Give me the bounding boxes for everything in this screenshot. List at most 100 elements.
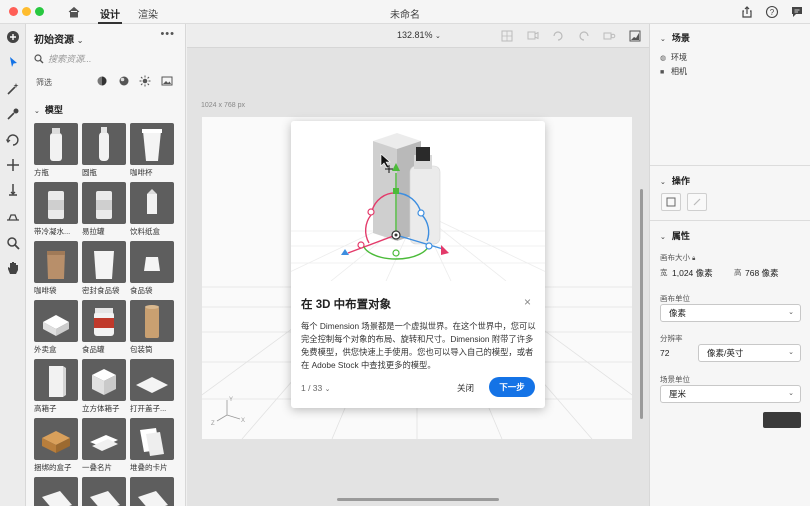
magic-wand-icon[interactable] bbox=[5, 81, 21, 97]
svg-text:X: X bbox=[241, 418, 245, 424]
models-section-header[interactable]: ⌄ 模型 bbox=[34, 103, 63, 116]
asset-item[interactable]: 包装筒 bbox=[130, 300, 174, 355]
width-value[interactable]: 1,024 像素 bbox=[672, 267, 713, 279]
asset-label: 高箱子 bbox=[34, 404, 57, 413]
resolution-label: 分辨率 bbox=[660, 334, 683, 343]
asset-thumbnail bbox=[82, 359, 126, 401]
dolly-icon[interactable] bbox=[5, 182, 21, 198]
asset-thumbnail bbox=[130, 182, 174, 224]
asset-item[interactable]: 堆叠的卡片 bbox=[130, 418, 174, 473]
redo-view-icon[interactable] bbox=[577, 29, 591, 43]
chevron-down-icon: ⌄ bbox=[788, 309, 794, 316]
asset-thumbnail bbox=[130, 477, 174, 506]
asset-item[interactable]: 食品袋 bbox=[130, 241, 174, 296]
undo-view-icon[interactable] bbox=[551, 29, 565, 43]
canvas-horizontal-scrollbar[interactable] bbox=[337, 498, 499, 501]
dialog-close-icon[interactable]: × bbox=[524, 295, 531, 309]
magic-action-button[interactable] bbox=[687, 193, 707, 211]
asset-label: 包装筒 bbox=[130, 345, 153, 354]
tab-design[interactable]: 设计 bbox=[98, 6, 122, 24]
canvas-unit-select[interactable]: 像素 ⌄ bbox=[660, 304, 801, 322]
minimize-window-button[interactable] bbox=[22, 7, 31, 16]
next-button[interactable]: 下一步 bbox=[489, 377, 535, 397]
dialog-illustration bbox=[291, 121, 545, 281]
horizon-icon[interactable] bbox=[5, 208, 21, 224]
frame-icon[interactable] bbox=[500, 29, 514, 43]
search-icon bbox=[34, 54, 44, 64]
asset-item[interactable]: 一叠名片 bbox=[82, 418, 126, 473]
asset-item[interactable]: 外卖盒 bbox=[34, 300, 78, 355]
panel-action-button[interactable] bbox=[763, 412, 801, 428]
maximize-window-button[interactable] bbox=[35, 7, 44, 16]
asset-thumbnail bbox=[34, 300, 78, 342]
asset-item[interactable]: 打开盖子... bbox=[130, 359, 174, 414]
hand-icon[interactable] bbox=[5, 260, 21, 276]
asset-item[interactable]: 捆绑的盒子 bbox=[34, 418, 78, 473]
asset-item[interactable]: 高箱子 bbox=[34, 359, 78, 414]
camera-bookmark-icon[interactable] bbox=[526, 29, 540, 43]
asset-label: 捆绑的盒子 bbox=[34, 463, 72, 472]
scene-item-camera[interactable]: ■ 相机 bbox=[660, 66, 687, 77]
asset-item[interactable]: 饮料纸盒 bbox=[130, 182, 174, 237]
dialog-body: 每个 Dimension 场景都是一个虚拟世界。在这个世界中，您可以完全控制每个… bbox=[301, 321, 536, 370]
asset-item[interactable]: 方瓶 bbox=[34, 123, 78, 178]
histogram-icon[interactable] bbox=[628, 29, 642, 43]
asset-thumbnail bbox=[130, 359, 174, 401]
search-input[interactable] bbox=[48, 51, 168, 67]
chevron-down-icon: ⌄ bbox=[788, 349, 794, 356]
asset-thumbnail bbox=[34, 418, 78, 460]
lock-icon[interactable]: 🔒︎ bbox=[692, 256, 695, 262]
zoom-icon[interactable] bbox=[5, 235, 21, 251]
scene-section-header[interactable]: ⌄ 场景 bbox=[660, 31, 690, 44]
eyedropper-icon[interactable] bbox=[5, 106, 21, 122]
add-icon[interactable] bbox=[5, 29, 21, 45]
asset-item[interactable]: 圆瓶 bbox=[82, 123, 126, 178]
asset-item[interactable]: 食品罐 bbox=[82, 300, 126, 355]
height-value[interactable]: 768 像素 bbox=[745, 267, 779, 279]
render-preview-icon[interactable] bbox=[602, 29, 616, 43]
close-window-button[interactable] bbox=[9, 7, 18, 16]
canvas-unit-label: 画布单位 bbox=[660, 294, 690, 303]
asset-item[interactable] bbox=[130, 477, 174, 506]
sun-filter-icon[interactable] bbox=[139, 75, 151, 87]
asset-item[interactable] bbox=[34, 477, 78, 506]
asset-item[interactable] bbox=[82, 477, 126, 506]
chevron-down-icon: ⌄ bbox=[788, 390, 794, 397]
asset-item[interactable]: 咖啡袋 bbox=[34, 241, 78, 296]
home-icon[interactable] bbox=[67, 5, 81, 19]
properties-section-header[interactable]: ⌄ 属性 bbox=[660, 229, 690, 242]
asset-item[interactable]: 立方体箱子 bbox=[82, 359, 126, 414]
dialog-close-button[interactable]: 关闭 bbox=[457, 382, 474, 394]
divider bbox=[650, 220, 810, 221]
zoom-level[interactable]: 132.81% ⌄ bbox=[397, 30, 441, 40]
scene-unit-select[interactable]: 厘米 ⌄ bbox=[660, 385, 801, 403]
asset-item[interactable]: 易拉罐 bbox=[82, 182, 126, 237]
scene-item-environment[interactable]: ◍ 环境 bbox=[660, 52, 687, 63]
material-filter-icon[interactable] bbox=[96, 75, 108, 87]
select-tool-icon[interactable] bbox=[5, 54, 21, 70]
feedback-icon[interactable] bbox=[790, 5, 804, 19]
assets-panel-title[interactable]: 初始资源 ⌄ bbox=[34, 31, 83, 46]
resolution-unit-select[interactable]: 像素/英寸 ⌄ bbox=[698, 344, 801, 362]
light-filter-icon[interactable] bbox=[118, 75, 130, 87]
image-filter-icon[interactable] bbox=[161, 75, 173, 87]
asset-item[interactable]: 密封食品袋 bbox=[82, 241, 126, 296]
orbit-icon[interactable] bbox=[5, 132, 21, 148]
asset-item[interactable]: 咖啡杯 bbox=[130, 123, 174, 178]
fit-canvas-button[interactable] bbox=[661, 193, 681, 211]
canvas-vertical-scrollbar[interactable] bbox=[640, 189, 643, 419]
asset-thumbnail bbox=[82, 241, 126, 283]
actions-section-header[interactable]: ⌄ 操作 bbox=[660, 174, 690, 187]
asset-thumbnail bbox=[34, 241, 78, 283]
pan-move-icon[interactable] bbox=[5, 157, 21, 173]
tab-render[interactable]: 渲染 bbox=[138, 6, 158, 21]
resolution-value[interactable]: 72 bbox=[660, 348, 669, 358]
asset-item[interactable]: 带冷凝水... bbox=[34, 182, 78, 237]
dialog-pager[interactable]: 1 / 33 ⌄ bbox=[301, 383, 331, 393]
help-icon[interactable]: ? bbox=[765, 5, 779, 19]
asset-label: 圆瓶 bbox=[82, 168, 97, 177]
share-icon[interactable] bbox=[740, 5, 754, 19]
asset-thumbnail bbox=[34, 359, 78, 401]
more-icon[interactable]: ••• bbox=[160, 28, 175, 40]
canvas-size-label: 1024 x 768 px bbox=[201, 102, 245, 109]
